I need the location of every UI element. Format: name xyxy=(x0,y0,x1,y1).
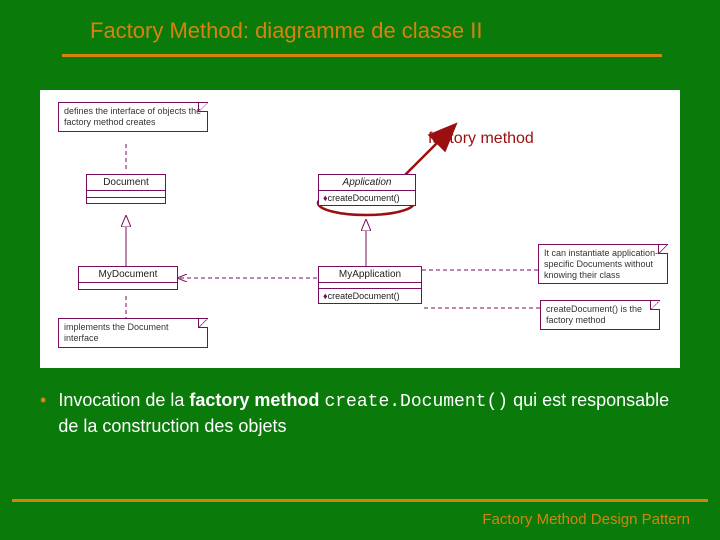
note-text: createDocument() is the factory method xyxy=(546,304,642,325)
note-concrete-product: implements the Document interface xyxy=(58,318,208,348)
note-concrete-creator-role: createDocument() is the factory method xyxy=(540,300,660,330)
text-bold: factory method xyxy=(189,390,324,410)
class-diagram: defines the interface of objects the fac… xyxy=(40,90,680,368)
annotation-factory-method: factory method xyxy=(428,130,534,148)
text-code: create.Document() xyxy=(324,392,508,412)
slide-title: Factory Method: diagramme de classe II xyxy=(90,18,483,44)
class-name: MyApplication xyxy=(319,267,421,283)
title-rule xyxy=(62,54,662,57)
note-product-definition: defines the interface of objects the fac… xyxy=(58,102,208,132)
class-operation: ♦createDocument() xyxy=(319,289,421,303)
class-document: Document xyxy=(86,174,166,204)
class-compartment xyxy=(87,197,165,203)
note-creator-role: It can instantiate application-specific … xyxy=(538,244,668,284)
class-name: Document xyxy=(87,175,165,191)
note-text: implements the Document interface xyxy=(64,322,169,343)
class-my-application: MyApplication ♦createDocument() xyxy=(318,266,422,304)
class-application: Application ♦createDocument() xyxy=(318,174,416,206)
footer-rule xyxy=(12,499,708,502)
note-fold-icon xyxy=(658,244,668,254)
class-compartment xyxy=(79,283,177,289)
note-fold-icon xyxy=(198,102,208,112)
bullet-item: • Invocation de la factory method create… xyxy=(40,388,680,439)
class-name: Application xyxy=(319,175,415,191)
note-fold-icon xyxy=(650,300,660,310)
bullet-text: Invocation de la factory method create.D… xyxy=(58,388,680,439)
note-fold-icon xyxy=(198,318,208,328)
text-run: Invocation de la xyxy=(58,390,189,410)
bullet-list: • Invocation de la factory method create… xyxy=(40,388,680,439)
footer-text: Factory Method Design Pattern xyxy=(482,511,690,528)
class-operation: ♦createDocument() xyxy=(319,191,415,205)
note-text: It can instantiate application-specific … xyxy=(544,248,658,280)
class-name: MyDocument xyxy=(79,267,177,283)
bullet-dot-icon: • xyxy=(40,388,46,439)
note-text: defines the interface of objects the fac… xyxy=(64,106,201,127)
class-my-document: MyDocument xyxy=(78,266,178,290)
